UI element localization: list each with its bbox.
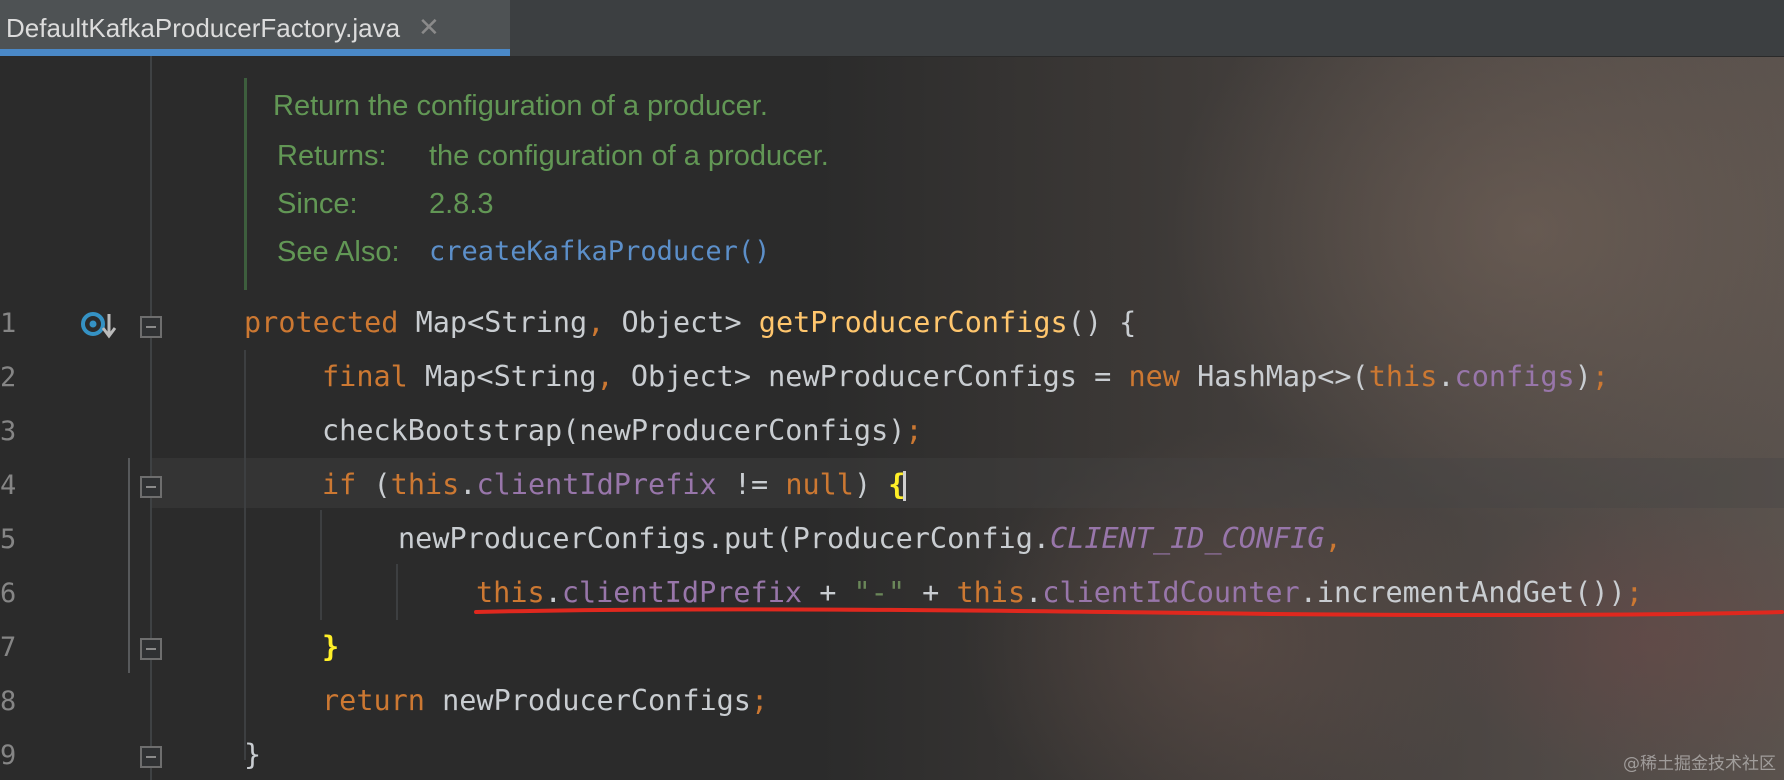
- code-text: () {: [1067, 306, 1137, 339]
- text-caret: [903, 471, 907, 501]
- code-text: newProducerConfigs: [424, 684, 751, 717]
- line-number: 9: [0, 740, 17, 771]
- javadoc-see-also-key: See Also:: [277, 236, 400, 268]
- code-text: Map<String: [407, 360, 597, 393]
- fold-marker-icon[interactable]: [140, 316, 162, 338]
- code-line-3[interactable]: checkBootstrap(newProducerConfigs);: [322, 414, 923, 447]
- code-line-9[interactable]: }: [244, 738, 261, 771]
- fold-end-marker-icon[interactable]: [140, 638, 162, 660]
- keyword: this: [390, 468, 460, 501]
- javadoc-since-value: 2.8.3: [429, 188, 494, 220]
- code-line-1[interactable]: protected Map<String, Object> getProduce…: [244, 306, 1136, 339]
- field-name: clientIdPrefix: [476, 468, 717, 501]
- punctuation: ,: [587, 306, 605, 339]
- punctuation: ;: [750, 684, 769, 717]
- keyword: this: [1368, 360, 1438, 393]
- javadoc-summary: Return the configuration of a producer.: [273, 90, 768, 122]
- rendered-javadoc: Return the configuration of a producer. …: [244, 78, 1527, 290]
- keyword: return: [322, 684, 425, 717]
- indent-guide: [396, 564, 398, 620]
- code-text: Object> newProducerConfigs =: [613, 360, 1129, 393]
- code-line-5[interactable]: newProducerConfigs.put(ProducerConfig.CL…: [398, 522, 1342, 555]
- javadoc-returns-value: the configuration of a producer.: [429, 140, 829, 172]
- editor-tab[interactable]: DefaultKafkaProducerFactory.java ✕: [0, 0, 510, 56]
- indent-guide: [244, 350, 246, 760]
- keyword: protected: [244, 306, 399, 339]
- code-text: Object>: [604, 306, 759, 339]
- code-text: newProducerConfigs.put(ProducerConfig.: [398, 522, 1051, 555]
- tab-filename: DefaultKafkaProducerFactory.java: [6, 12, 401, 43]
- constant-name: CLIENT_ID_CONFIG: [1050, 522, 1325, 555]
- code-line-2[interactable]: final Map<String, Object> newProducerCon…: [322, 360, 1609, 393]
- code-line-7[interactable]: }: [322, 630, 339, 663]
- javadoc-since-key: Since:: [277, 188, 358, 220]
- punctuation: ;: [1591, 360, 1609, 393]
- editor-tab-bar: DefaultKafkaProducerFactory.java ✕: [0, 0, 1784, 57]
- matched-brace: }: [322, 630, 340, 663]
- fold-end-marker-icon[interactable]: [140, 746, 162, 768]
- line-number: 4: [0, 470, 17, 501]
- watermark: @稀土掘金技术社区: [1623, 754, 1776, 774]
- code-text: .: [1437, 360, 1455, 393]
- line-number: 2: [0, 362, 17, 393]
- red-underline-annotation: [474, 607, 1784, 618]
- fold-marker-icon[interactable]: [140, 476, 162, 498]
- code-text: ): [1574, 360, 1592, 393]
- indent-guide: [320, 510, 322, 620]
- punctuation: ;: [905, 414, 923, 447]
- keyword: if: [322, 468, 357, 501]
- method-name: getProducerConfigs: [758, 306, 1068, 339]
- line-number: 5: [0, 524, 17, 555]
- punctuation: ,: [1324, 522, 1342, 555]
- code-text: ): [853, 468, 889, 501]
- keyword: null: [785, 468, 854, 501]
- implemented-method-icon[interactable]: [80, 308, 118, 344]
- javadoc-see-also-link[interactable]: createKafkaProducer(): [429, 236, 770, 267]
- active-tab-indicator: [0, 49, 510, 56]
- keyword: final: [322, 360, 408, 393]
- line-number: 1: [0, 308, 17, 339]
- line-number: 8: [0, 686, 17, 717]
- code-text: (: [356, 468, 391, 501]
- code-text: }: [244, 738, 262, 771]
- keyword: new: [1128, 360, 1180, 393]
- line-number: 7: [0, 632, 17, 663]
- punctuation: ,: [596, 360, 614, 393]
- tab-close-icon[interactable]: ✕: [418, 13, 440, 43]
- code-text: Map<String: [398, 306, 588, 339]
- code-text: HashMap<>(: [1179, 360, 1369, 393]
- line-number: 6: [0, 578, 17, 609]
- javadoc-returns-key: Returns:: [277, 140, 387, 172]
- line-number: 3: [0, 416, 17, 447]
- field-name: configs: [1454, 360, 1575, 393]
- code-text: !=: [716, 468, 786, 501]
- code-line-4[interactable]: if (this.clientIdPrefix != null) {: [322, 468, 907, 501]
- gutter-scope-marker: [128, 458, 130, 673]
- code-text: .: [459, 468, 477, 501]
- gutter-separator: [150, 56, 152, 780]
- code-line-8[interactable]: return newProducerConfigs;: [322, 684, 768, 717]
- code-text: checkBootstrap(newProducerConfigs): [322, 414, 906, 447]
